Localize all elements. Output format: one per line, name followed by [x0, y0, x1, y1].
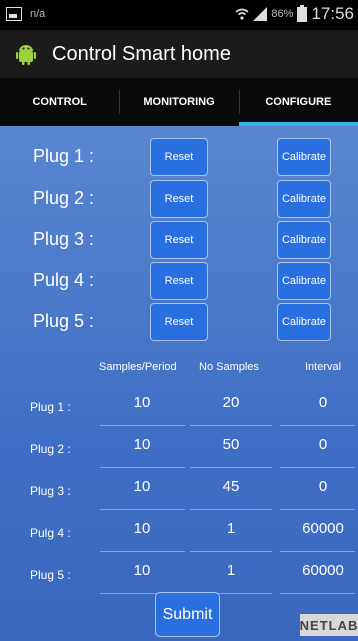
- no-samples-field[interactable]: 1: [191, 562, 271, 579]
- plug-row: Plug 5 : Reset Calibrate: [0, 303, 358, 343]
- reset-button[interactable]: Reset: [150, 303, 208, 341]
- config-row: Plug 5 : 10 1 60000: [0, 556, 358, 596]
- field-underline: [280, 593, 355, 594]
- config-row: Plug 2 : 10 50 0: [0, 430, 358, 470]
- interval-field[interactable]: 0: [283, 394, 358, 411]
- tab-configure[interactable]: CONFIGURE: [238, 78, 358, 126]
- plug-row: Pulg 4 : Reset Calibrate: [0, 262, 358, 302]
- config-row-label: Plug 2 :: [30, 442, 71, 456]
- plug-label: Plug 3 :: [33, 229, 95, 249]
- reset-button[interactable]: Reset: [150, 180, 208, 218]
- action-bar: Control Smart home: [0, 30, 358, 78]
- calibrate-button[interactable]: Calibrate: [277, 303, 331, 341]
- android-robot-icon: [16, 45, 36, 65]
- samples-period-field[interactable]: 10: [102, 478, 182, 495]
- no-samples-field[interactable]: 50: [191, 436, 271, 453]
- field-underline: [100, 551, 185, 552]
- reset-button[interactable]: Reset: [150, 262, 208, 300]
- samples-period-field[interactable]: 10: [102, 436, 182, 453]
- calibrate-button[interactable]: Calibrate: [277, 138, 331, 176]
- header-interval: Interval: [305, 361, 342, 373]
- field-underline: [100, 467, 185, 468]
- no-samples-field[interactable]: 20: [191, 394, 271, 411]
- field-underline: [100, 425, 185, 426]
- field-underline: [190, 425, 272, 426]
- interval-field[interactable]: 0: [283, 436, 358, 453]
- plug-row: Plug 2 : Reset Calibrate: [0, 180, 358, 220]
- signal-icon: [253, 7, 268, 21]
- tab-control[interactable]: CONTROL: [0, 78, 119, 126]
- config-row-label: Pulg 4 :: [30, 526, 71, 540]
- reset-button[interactable]: Reset: [150, 138, 208, 176]
- config-row: Plug 1 : 10 20 0: [0, 388, 358, 428]
- config-row-label: Plug 1 :: [30, 400, 71, 414]
- plug-label: Plug 1 :: [33, 146, 95, 166]
- header-samples-period: Samples/Period: [99, 361, 177, 373]
- status-bar: n/a 86% 17:56: [0, 0, 358, 30]
- config-row: Pulg 4 : 10 1 60000: [0, 514, 358, 554]
- logo-text: NETLAB: [299, 617, 358, 633]
- field-underline: [190, 509, 272, 510]
- no-samples-field[interactable]: 1: [191, 520, 271, 537]
- calibrate-button[interactable]: Calibrate: [277, 221, 331, 259]
- clock: 17:56: [311, 4, 354, 23]
- field-underline: [100, 509, 185, 510]
- wifi-icon: [235, 8, 249, 20]
- app-title: Control Smart home: [52, 42, 231, 65]
- no-samples-field[interactable]: 45: [191, 478, 271, 495]
- tab-monitoring[interactable]: MONITORING: [119, 78, 238, 126]
- calibrate-button[interactable]: Calibrate: [277, 262, 331, 300]
- field-underline: [190, 467, 272, 468]
- plug-row: Plug 3 : Reset Calibrate: [0, 221, 358, 261]
- header-no-samples: No Samples: [199, 361, 259, 373]
- interval-field[interactable]: 60000: [283, 562, 358, 579]
- samples-period-field[interactable]: 10: [102, 562, 182, 579]
- field-underline: [280, 551, 355, 552]
- config-row: Plug 3 : 10 45 0: [0, 472, 358, 512]
- netlab-logo: NETLAB: [300, 614, 358, 636]
- image-icon: [6, 7, 22, 21]
- plug-label: Plug 5 :: [33, 311, 95, 331]
- plug-label: Pulg 4 :: [33, 270, 95, 290]
- battery-percent: 86%: [271, 8, 294, 20]
- calibrate-button[interactable]: Calibrate: [277, 180, 331, 218]
- submit-button[interactable]: Submit: [155, 592, 220, 637]
- tab-bar: CONTROL MONITORING CONFIGURE: [0, 78, 358, 126]
- reset-button[interactable]: Reset: [150, 221, 208, 259]
- field-underline: [280, 467, 355, 468]
- config-row-label: Plug 3 :: [30, 484, 71, 498]
- status-left-text: n/a: [30, 8, 46, 20]
- plug-label: Plug 2 :: [33, 188, 95, 208]
- samples-period-field[interactable]: 10: [102, 394, 182, 411]
- interval-field[interactable]: 0: [283, 478, 358, 495]
- samples-period-field[interactable]: 10: [102, 520, 182, 537]
- field-underline: [190, 551, 272, 552]
- plug-row: Plug 1 : Reset Calibrate: [0, 138, 358, 178]
- interval-field[interactable]: 60000: [283, 520, 358, 537]
- configure-panel: Plug 1 : Reset Calibrate Plug 2 : Reset …: [0, 126, 358, 641]
- field-underline: [280, 509, 355, 510]
- field-underline: [280, 425, 355, 426]
- config-row-label: Plug 5 :: [30, 568, 71, 582]
- battery-icon: [297, 4, 308, 22]
